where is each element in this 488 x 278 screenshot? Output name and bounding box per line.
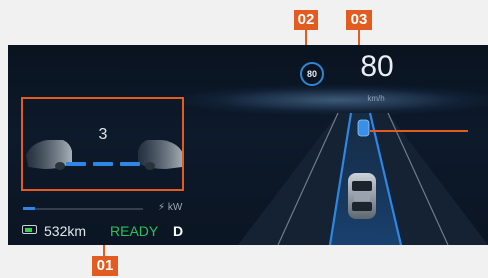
gear-indicator: D [173, 223, 184, 239]
current-speed: 80 [360, 50, 394, 83]
follow-distance-segment [120, 162, 140, 166]
battery-level [25, 228, 32, 232]
instrument-cluster: 80 80 km/h 3 ⚡︎ kW 532km READY D [8, 45, 488, 245]
callout-02: 02 [294, 10, 318, 30]
battery-icon [22, 225, 37, 234]
power-unit: ⚡︎ kW [158, 202, 182, 213]
ready-indicator: READY [110, 223, 159, 239]
follow-distance-segment [93, 162, 113, 166]
ego-vehicle [348, 173, 376, 219]
power-bar-fill [23, 207, 35, 210]
bolt-icon: ⚡︎ [158, 202, 166, 213]
speed-unit: km/h [367, 94, 385, 103]
follow-distance-segment [66, 162, 86, 166]
power-unit-label: kW [167, 202, 183, 213]
range-value: 532km [44, 223, 87, 239]
speed-limit-sign: 80 [300, 62, 324, 86]
adas-following-panel [21, 97, 184, 191]
callout-04-leader [370, 130, 468, 132]
callout-01: 01 [92, 256, 118, 276]
callout-03: 03 [346, 10, 372, 30]
follow-distance-level: 3 [98, 126, 108, 143]
power-bar-track [23, 208, 143, 210]
lead-vehicle [357, 119, 370, 137]
